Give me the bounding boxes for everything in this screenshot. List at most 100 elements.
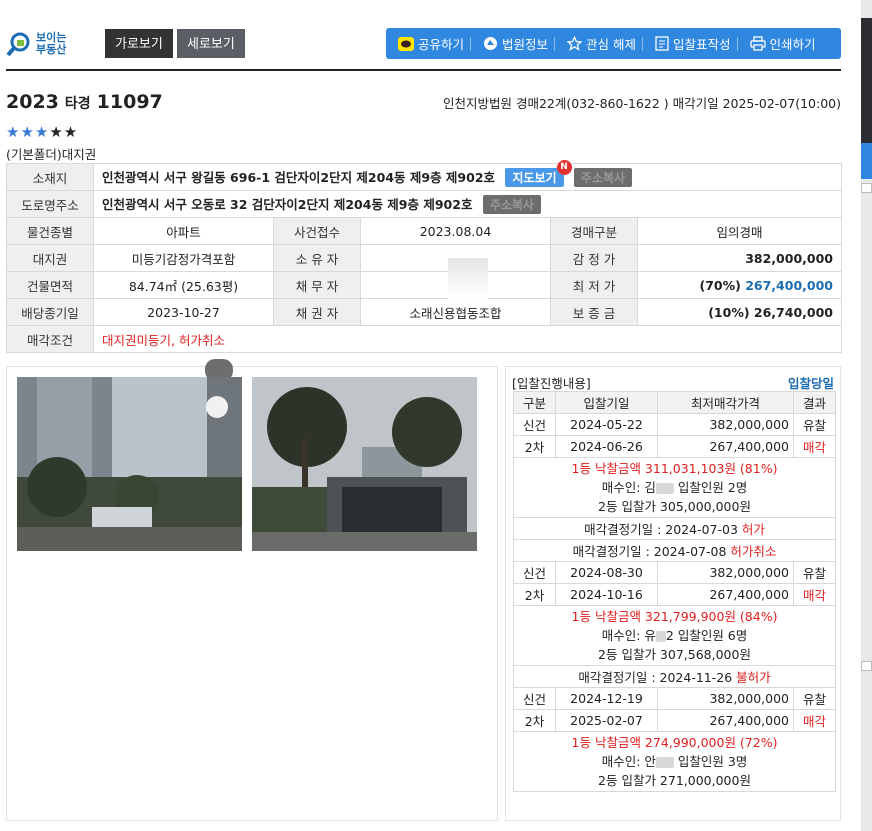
building-area-value: 84.74㎡ (25.63평) bbox=[93, 271, 274, 299]
bid-kind: 신건 bbox=[513, 687, 556, 710]
bid-kind: 2차 bbox=[513, 709, 556, 732]
deposit-header: 보 증 금 bbox=[550, 298, 638, 326]
bid-row: 2차 2024-06-26 267,400,000 매각 bbox=[513, 435, 836, 458]
copy-address-button[interactable]: 주소복사 bbox=[573, 168, 633, 187]
side-rail-accent[interactable] bbox=[861, 143, 872, 179]
winning-bid-block: 1등 낙찰금액 321,799,900원 (84%) 매수인: 유 2 입찰인원 … bbox=[513, 605, 836, 666]
bid-history-panel: [입찰진행내용] 입찰당일 구분 입찰기일 최저매각가격 결과 신건 2024-0… bbox=[505, 366, 841, 821]
bid-history-title: [입찰진행내용] bbox=[512, 376, 591, 391]
col-date: 입찰기일 bbox=[555, 391, 658, 414]
star-empty-icon: ★★ bbox=[49, 123, 79, 141]
bid-date: 2024-10-16 bbox=[555, 583, 658, 606]
address-value: 인천광역시 서구 왕길동 696-1 검단자이2단지 제204동 제9층 제90… bbox=[102, 170, 496, 185]
site-logo[interactable]: 보이는 부동산 bbox=[6, 28, 76, 60]
decision-date: 매각결정기일 : 2024-11-26 bbox=[578, 670, 737, 685]
bidder-count: 입찰인원 2명 bbox=[673, 480, 748, 495]
bid-result: 매각 bbox=[793, 583, 836, 606]
bid-price: 382,000,000 bbox=[657, 561, 794, 584]
case-no: 11097 bbox=[96, 91, 163, 113]
new-badge: N bbox=[556, 160, 572, 175]
star-filled-icon: ★★★ bbox=[6, 123, 50, 141]
print-button[interactable]: 인쇄하기 bbox=[744, 28, 822, 59]
bid-day-link[interactable]: 입찰당일 bbox=[788, 373, 834, 392]
decision-row: 매각결정기일 : 2024-07-08 허가취소 bbox=[513, 539, 836, 562]
buyer-line: 매수인: 유 2 입찰인원 6명 bbox=[514, 626, 835, 645]
case-type: 타경 bbox=[64, 96, 91, 112]
court-info-button[interactable]: 법원정보 bbox=[477, 28, 561, 59]
property-type-header: 물건종별 bbox=[6, 217, 94, 245]
bid-result: 매각 bbox=[793, 709, 836, 732]
share-button[interactable]: 공유하기 bbox=[392, 28, 477, 59]
bidder-count: 2 입찰인원 6명 bbox=[665, 628, 748, 643]
decision-date: 매각결정기일 : 2024-07-08 bbox=[572, 544, 731, 559]
buyer-line: 매수인: 안 입찰인원 3명 bbox=[514, 752, 835, 771]
dividend-deadline-value: 2023-10-27 bbox=[93, 298, 274, 326]
owner-header: 소 유 자 bbox=[273, 244, 361, 272]
horizontal-view-button[interactable]: 가로보기 bbox=[105, 29, 173, 58]
masked-name bbox=[655, 631, 666, 642]
logo-text: 보이는 부동산 bbox=[36, 32, 66, 56]
bid-row: 신건 2024-08-30 382,000,000 유찰 bbox=[513, 561, 836, 584]
decision-row: 매각결정기일 : 2024-07-03 허가 bbox=[513, 517, 836, 540]
folder-label: (기본폴더)대지권 bbox=[6, 147, 97, 162]
header-divider bbox=[6, 69, 841, 71]
bid-date: 2024-05-22 bbox=[555, 413, 658, 436]
bid-result: 유찰 bbox=[793, 687, 836, 710]
col-result: 결과 bbox=[793, 391, 836, 414]
rating-stars[interactable]: ★★★★★ bbox=[6, 123, 78, 141]
land-right-header: 대지권 bbox=[6, 244, 94, 272]
side-collapse-icon[interactable] bbox=[861, 183, 872, 193]
winning-amount: 1등 낙찰금액 321,799,900원 (84%) bbox=[571, 609, 778, 624]
building-area-header: 건물면적 bbox=[6, 271, 94, 299]
decision-row: 매각결정기일 : 2024-11-26 불허가 bbox=[513, 665, 836, 688]
bid-date: 2024-06-26 bbox=[555, 435, 658, 458]
bid-row: 신건 2024-05-22 382,000,000 유찰 bbox=[513, 413, 836, 436]
minimum-price-amount: 267,400,000 bbox=[745, 277, 833, 293]
debtor-header: 채 무 자 bbox=[273, 271, 361, 299]
building-photo[interactable] bbox=[17, 377, 242, 551]
share-label: 공유하기 bbox=[418, 37, 465, 52]
copy-road-address-button[interactable]: 주소복사 bbox=[482, 195, 541, 214]
second-bid: 2등 입찰가 307,568,000원 bbox=[598, 647, 751, 662]
auction-detail-page: 보이는 부동산 가로보기 세로보기 공유하기 법원정보 관심 해제 입찰표작성 … bbox=[0, 0, 872, 831]
bid-price: 382,000,000 bbox=[657, 413, 794, 436]
map-view-button[interactable]: 지도보기 N bbox=[505, 160, 572, 187]
parking-entrance-photo[interactable] bbox=[252, 377, 477, 551]
court-schedule: 인천지방법원 경매22계(032-860-1622 ) 매각기일 2025-02… bbox=[442, 96, 841, 111]
appraisal-header: 감 정 가 bbox=[550, 244, 638, 272]
bid-history-table: 구분 입찰기일 최저매각가격 결과 신건 2024-05-22 382,000,00… bbox=[513, 391, 836, 792]
bid-row: 2차 2024-10-16 267,400,000 매각 bbox=[513, 583, 836, 606]
bid-form-label: 입찰표작성 bbox=[673, 37, 731, 52]
bid-kind: 2차 bbox=[513, 583, 556, 606]
map-view-label: 지도보기 bbox=[512, 171, 557, 185]
winning-bid-block: 1등 낙찰금액 274,990,000원 (72%) 매수인: 안 입찰인원 3… bbox=[513, 731, 836, 792]
bid-result: 유찰 bbox=[793, 561, 836, 584]
unwatch-button[interactable]: 관심 해제 bbox=[561, 28, 649, 59]
magnifier-icon bbox=[6, 31, 32, 57]
property-type-value: 아파트 bbox=[93, 217, 274, 245]
side-collapse-icon[interactable] bbox=[861, 661, 872, 671]
bid-date: 2024-08-30 bbox=[555, 561, 658, 584]
road-address-value: 인천광역시 서구 오동로 32 검단자이2단지 제204동 제9층 제902호 bbox=[102, 197, 473, 212]
appraisal-value: 382,000,000 bbox=[637, 244, 842, 272]
minimum-price-value: (70%) 267,400,000 bbox=[637, 271, 842, 299]
buyer-line: 매수인: 김 입찰인원 2명 bbox=[514, 478, 835, 497]
print-label: 인쇄하기 bbox=[769, 37, 816, 52]
bid-date: 2024-12-19 bbox=[555, 687, 658, 710]
bid-date: 2025-02-07 bbox=[555, 709, 658, 732]
minimum-price-percent: (70%) bbox=[699, 277, 741, 293]
col-kind: 구분 bbox=[513, 391, 556, 414]
bid-form-button[interactable]: 입찰표작성 bbox=[649, 28, 744, 59]
bid-price: 267,400,000 bbox=[657, 709, 794, 732]
star-outline-icon bbox=[567, 36, 583, 51]
road-address-header: 도로명주소 bbox=[6, 190, 94, 218]
creditor-header: 채 권 자 bbox=[273, 298, 361, 326]
masked-name bbox=[655, 757, 674, 768]
minimum-price-header: 최 저 가 bbox=[550, 271, 638, 299]
auction-type-value: 임의경매 bbox=[637, 217, 842, 245]
bidder-count: 입찰인원 3명 bbox=[673, 754, 748, 769]
bid-result: 유찰 bbox=[793, 413, 836, 436]
vertical-view-button[interactable]: 세로보기 bbox=[177, 29, 245, 58]
bid-row: 신건 2024-12-19 382,000,000 유찰 bbox=[513, 687, 836, 710]
creditor-value: 소래신용협동조합 bbox=[360, 298, 551, 326]
